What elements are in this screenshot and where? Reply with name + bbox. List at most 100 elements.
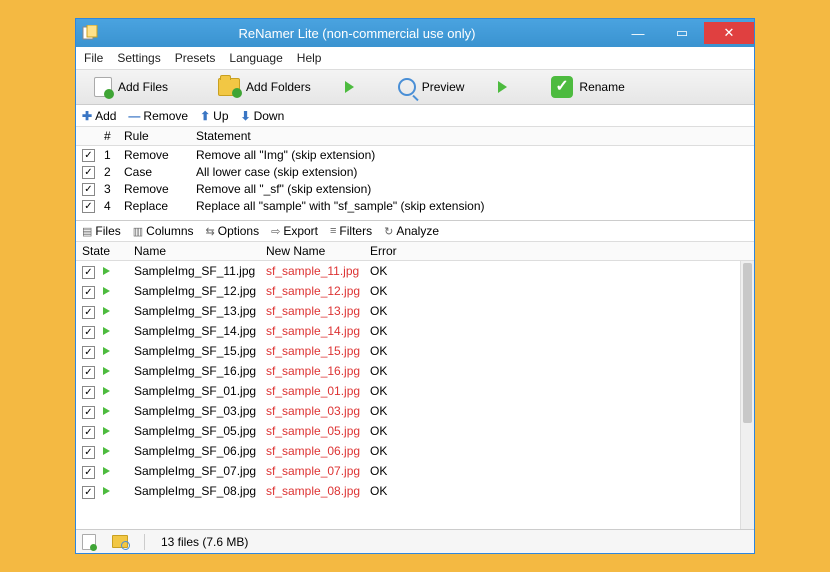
rules-col-rule[interactable]: Rule	[124, 129, 196, 143]
files-list: ✓SampleImg_SF_11.jpgsf_sample_11.jpgOK✓S…	[76, 261, 754, 529]
add-folders-button[interactable]: Add Folders	[218, 78, 311, 96]
file-row[interactable]: ✓SampleImg_SF_08.jpgsf_sample_08.jpgOK	[76, 481, 740, 501]
file-name: SampleImg_SF_03.jpg	[134, 404, 266, 418]
rule-row[interactable]: ✓1RemoveRemove all "Img" (skip extension…	[76, 146, 754, 163]
rule-statement: Remove all "_sf" (skip extension)	[196, 182, 748, 196]
rule-row[interactable]: ✓4ReplaceReplace all "sample" with "sf_s…	[76, 197, 754, 214]
file-checkbox[interactable]: ✓	[82, 306, 95, 319]
file-row[interactable]: ✓SampleImg_SF_11.jpgsf_sample_11.jpgOK	[76, 261, 740, 281]
arrow-right-icon	[498, 81, 507, 93]
rules-remove-label: Remove	[143, 109, 188, 123]
rules-up-button[interactable]: ⬆Up	[200, 109, 228, 123]
files-filters-label: Filters	[339, 224, 372, 238]
main-toolbar: Add Files Add Folders Preview Rename	[76, 69, 754, 105]
minus-icon: —	[128, 109, 140, 123]
rule-checkbox[interactable]: ✓	[82, 200, 95, 213]
rule-num: 1	[104, 148, 124, 162]
files-filters-button[interactable]: ≡Filters	[330, 224, 372, 238]
file-checkbox[interactable]: ✓	[82, 266, 95, 279]
file-checkbox[interactable]: ✓	[82, 326, 95, 339]
file-row[interactable]: ✓SampleImg_SF_13.jpgsf_sample_13.jpgOK	[76, 301, 740, 321]
menu-settings[interactable]: Settings	[117, 51, 160, 65]
menu-help[interactable]: Help	[297, 51, 322, 65]
window-controls: — ▭ ✕	[616, 22, 754, 44]
rules-col-statement[interactable]: Statement	[196, 129, 748, 143]
preview-label: Preview	[422, 80, 465, 94]
rules-down-label: Down	[254, 109, 285, 123]
file-row[interactable]: ✓SampleImg_SF_07.jpgsf_sample_07.jpgOK	[76, 461, 740, 481]
rules-header: # Rule Statement	[76, 127, 754, 146]
statusbar: 13 files (7.6 MB)	[76, 529, 754, 553]
scroll-thumb[interactable]	[743, 263, 752, 423]
file-checkbox[interactable]: ✓	[82, 386, 95, 399]
file-checkbox[interactable]: ✓	[82, 446, 95, 459]
file-error: OK	[370, 384, 430, 398]
file-checkbox[interactable]: ✓	[82, 486, 95, 499]
rule-row[interactable]: ✓3RemoveRemove all "_sf" (skip extension…	[76, 180, 754, 197]
file-row[interactable]: ✓SampleImg_SF_15.jpgsf_sample_15.jpgOK	[76, 341, 740, 361]
folder-add-icon	[218, 78, 240, 96]
file-checkbox[interactable]: ✓	[82, 426, 95, 439]
files-export-button[interactable]: ⇨Export	[271, 224, 318, 238]
file-checkbox[interactable]: ✓	[82, 286, 95, 299]
file-row[interactable]: ✓SampleImg_SF_06.jpgsf_sample_06.jpgOK	[76, 441, 740, 461]
menu-language[interactable]: Language	[229, 51, 282, 65]
file-error: OK	[370, 404, 430, 418]
file-checkbox[interactable]: ✓	[82, 366, 95, 379]
file-checkbox[interactable]: ✓	[82, 406, 95, 419]
maximize-button[interactable]: ▭	[660, 22, 704, 44]
close-button[interactable]: ✕	[704, 22, 754, 44]
file-checkbox[interactable]: ✓	[82, 466, 95, 479]
file-checkbox[interactable]: ✓	[82, 346, 95, 359]
files-col-name[interactable]: Name	[134, 244, 266, 258]
files-col-state[interactable]: State	[82, 244, 134, 258]
scrollbar[interactable]	[740, 261, 754, 529]
plus-icon: ✚	[82, 109, 92, 123]
files-col-error[interactable]: Error	[370, 244, 430, 258]
rule-num: 2	[104, 165, 124, 179]
rules-add-label: Add	[95, 109, 116, 123]
rule-checkbox[interactable]: ✓	[82, 166, 95, 179]
add-files-label: Add Files	[118, 80, 168, 94]
rule-checkbox[interactable]: ✓	[82, 183, 95, 196]
file-row[interactable]: ✓SampleImg_SF_16.jpgsf_sample_16.jpgOK	[76, 361, 740, 381]
rename-label: Rename	[579, 80, 624, 94]
menu-file[interactable]: File	[84, 51, 103, 65]
menu-presets[interactable]: Presets	[175, 51, 216, 65]
rules-col-num[interactable]: #	[104, 129, 124, 143]
preview-button[interactable]: Preview	[398, 78, 465, 96]
arrow-up-icon: ⬆	[200, 109, 210, 123]
status-folder-search-icon[interactable]	[112, 535, 128, 548]
file-error: OK	[370, 424, 430, 438]
files-analyze-label: Analyze	[396, 224, 439, 238]
file-error: OK	[370, 444, 430, 458]
add-files-button[interactable]: Add Files	[94, 77, 168, 97]
file-error: OK	[370, 304, 430, 318]
files-options-label: Options	[218, 224, 259, 238]
files-columns-button[interactable]: ▥Columns	[133, 224, 194, 238]
arrow-right-icon	[345, 81, 354, 93]
rules-down-button[interactable]: ⬇Down	[241, 109, 285, 123]
files-col-newname[interactable]: New Name	[266, 244, 370, 258]
file-name: SampleImg_SF_16.jpg	[134, 364, 266, 378]
minimize-button[interactable]: —	[616, 22, 660, 44]
status-file-add-icon[interactable]	[82, 534, 96, 550]
rename-button[interactable]: Rename	[551, 76, 624, 98]
files-files-button[interactable]: ▤Files	[82, 224, 121, 238]
files-analyze-button[interactable]: ↻Analyze	[384, 224, 439, 238]
rule-statement: All lower case (skip extension)	[196, 165, 748, 179]
file-row[interactable]: ✓SampleImg_SF_14.jpgsf_sample_14.jpgOK	[76, 321, 740, 341]
rules-remove-button[interactable]: —Remove	[128, 109, 188, 123]
file-row[interactable]: ✓SampleImg_SF_01.jpgsf_sample_01.jpgOK	[76, 381, 740, 401]
file-row[interactable]: ✓SampleImg_SF_05.jpgsf_sample_05.jpgOK	[76, 421, 740, 441]
rules-add-button[interactable]: ✚Add	[82, 109, 116, 123]
window-title: ReNamer Lite (non-commercial use only)	[98, 26, 616, 41]
app-icon	[82, 25, 98, 41]
file-row[interactable]: ✓SampleImg_SF_03.jpgsf_sample_03.jpgOK	[76, 401, 740, 421]
file-name: SampleImg_SF_01.jpg	[134, 384, 266, 398]
file-row[interactable]: ✓SampleImg_SF_12.jpgsf_sample_12.jpgOK	[76, 281, 740, 301]
files-options-button[interactable]: ⇆Options	[206, 224, 260, 238]
file-error: OK	[370, 324, 430, 338]
rule-checkbox[interactable]: ✓	[82, 149, 95, 162]
rule-row[interactable]: ✓2CaseAll lower case (skip extension)	[76, 163, 754, 180]
